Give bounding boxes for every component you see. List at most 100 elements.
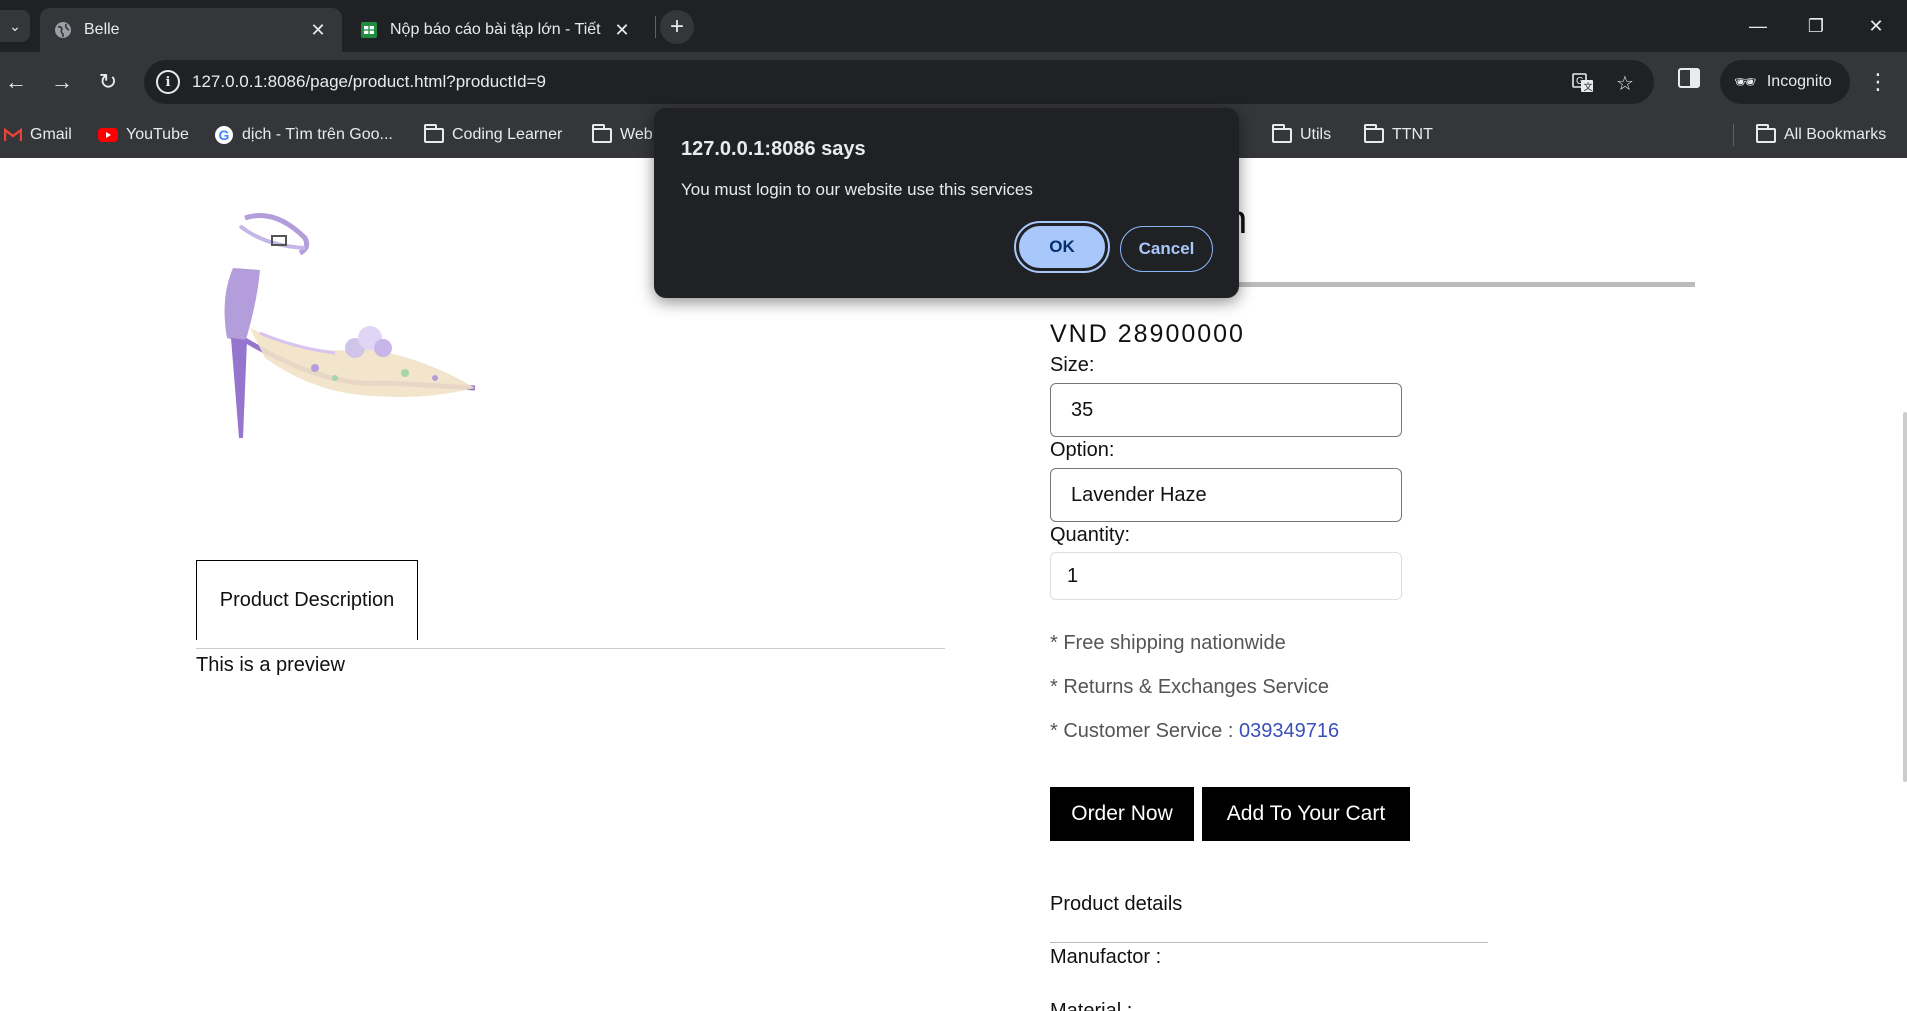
bookmark-label: All Bookmarks [1784,126,1887,143]
folder-icon [1272,123,1292,143]
arrow-left-icon: ← [5,69,27,94]
option-value: Lavender Haze [1071,483,1207,506]
bookmark-youtube[interactable]: YouTube [98,122,189,148]
cancel-button[interactable]: Cancel [1120,226,1213,272]
more-menu-icon[interactable]: ⋮ [1867,66,1889,98]
customer-service-label: * Customer Service : [1050,720,1239,742]
url-text[interactable]: 127.0.0.1:8086/page/product.html?product… [192,72,546,92]
all-bookmarks-button[interactable]: All Bookmarks [1756,122,1886,148]
tab-belle[interactable]: Belle ✕ [40,8,342,52]
option-label: Option: [1050,439,1115,461]
bookmarks-separator [1733,124,1734,146]
new-tab-button[interactable]: + [660,10,694,44]
plus-icon: + [669,13,684,40]
minimize-button[interactable]: — [1738,12,1778,40]
globe-icon [55,22,71,38]
bookmark-gmail[interactable]: Gmail [4,122,72,148]
reload-icon: ↻ [98,69,118,94]
address-bar[interactable]: i 127.0.0.1:8086/page/product.html?produ… [144,60,1654,104]
toolbar: ← → ↻ i 127.0.0.1:8086/page/product.html… [0,52,1907,112]
order-now-button[interactable]: Order Now [1050,787,1194,841]
folder-icon [424,123,444,143]
translate-glyph: G 文 [1572,73,1593,92]
feature-customer-service: * Customer Service : 039349716 [1050,720,1339,743]
feature-free-shipping: * Free shipping nationwide [1050,632,1286,654]
close-icon[interactable]: ✕ [612,20,632,41]
material-label: Material : [1050,1000,1133,1011]
quantity-input[interactable]: 1 [1050,552,1402,600]
tab-separator [655,16,656,38]
tab-report[interactable]: Nộp báo cáo bài tập lớn - Tiết ✕ [346,8,646,52]
restore-button[interactable]: ❐ [1796,12,1836,40]
reload-button[interactable]: ↻ [92,66,124,98]
minimize-icon: — [1749,15,1767,36]
bookmark-star-icon[interactable]: ☆ [1612,70,1638,96]
folder-icon [592,123,612,143]
feature-returns: * Returns & Exchanges Service [1050,676,1330,698]
arrow-right-icon: → [51,69,73,94]
bookmark-label: Gmail [30,126,72,143]
tab-search-button[interactable]: ⌄ [0,10,30,42]
bookmark-folder-ttnt[interactable]: TTNT [1364,122,1433,148]
bookmark-label: Coding Learner [452,126,563,143]
bookmark-folder-web[interactable]: Web [592,122,653,148]
back-button[interactable]: ← [0,66,32,98]
forward-button[interactable]: → [46,66,78,98]
folder-icon [1756,123,1776,143]
add-to-cart-label: Add To Your Cart [1226,802,1386,825]
add-to-cart-button[interactable]: Add To Your Cart [1202,787,1410,841]
bookmark-label: Utils [1300,126,1332,143]
tab-title: Nộp báo cáo bài tập lớn - Tiết [390,21,601,38]
restore-icon: ❐ [1807,15,1825,36]
order-now-label: Order Now [1071,802,1173,825]
size-value: 35 [1071,398,1094,421]
quantity-label: Quantity: [1050,524,1131,546]
scrollbar[interactable] [1903,412,1907,782]
option-select[interactable]: Lavender Haze [1050,468,1402,522]
google-sheets-icon [361,22,377,38]
bookmark-label: YouTube [126,126,189,143]
google-icon: G [214,125,234,145]
product-details-title: Product details [1050,893,1183,915]
folder-icon [1364,123,1384,143]
gmail-icon [4,128,22,142]
translate-icon[interactable]: G 文 [1570,70,1596,96]
youtube-icon [98,128,118,142]
product-description-tab-label: Product Description [219,589,395,611]
manufactor-label: Manufactor : [1050,946,1162,968]
chevron-down-icon: ⌄ [9,17,21,34]
details-divider [1050,942,1488,943]
bookmark-label: Web [620,126,653,143]
side-panel-icon[interactable] [1678,68,1700,88]
svg-text:G: G [219,127,230,143]
close-icon[interactable]: ✕ [308,20,328,41]
browser-window: ⌄ Belle ✕ Nộp báo cáo bài tập lớn - Tiết… [0,0,1907,1011]
bookmark-label: dịch - Tìm trên Goo... [242,126,393,143]
tab-strip: ⌄ Belle ✕ Nộp báo cáo bài tập lớn - Tiết… [0,0,1907,52]
dialog-message: You must login to our website use this s… [681,180,1033,199]
cancel-label: Cancel [1138,239,1195,258]
site-info-icon[interactable]: i [156,70,180,94]
size-label: Size: [1050,354,1095,376]
quantity-value: 1 [1067,564,1079,587]
svg-text:文: 文 [1584,81,1593,92]
ok-label: OK [1049,237,1075,256]
product-description-tab[interactable]: Product Description [196,560,418,640]
bookmark-folder-utils[interactable]: Utils [1272,122,1331,148]
tab-title: Belle [84,21,120,38]
tab-divider [196,648,945,649]
incognito-label: Incognito [1766,73,1832,90]
incognito-indicator[interactable]: 🕶 Incognito [1720,60,1850,104]
close-icon: ✕ [1868,15,1884,36]
close-window-button[interactable]: ✕ [1856,12,1896,40]
product-price: VND 28900000 [1050,320,1245,348]
bookmark-folder-coding-learner[interactable]: Coding Learner [424,122,562,148]
customer-service-phone-link[interactable]: 039349716 [1239,720,1339,742]
incognito-icon: 🕶 [1734,71,1757,92]
product-description-text: This is a preview [196,654,345,676]
ok-button[interactable]: OK [1014,221,1110,273]
dialog-title: 127.0.0.1:8086 says [681,138,866,160]
bookmark-google-search[interactable]: G dịch - Tìm trên Goo... [214,122,393,148]
bookmark-label: TTNT [1392,126,1433,143]
size-select[interactable]: 35 [1050,383,1402,437]
